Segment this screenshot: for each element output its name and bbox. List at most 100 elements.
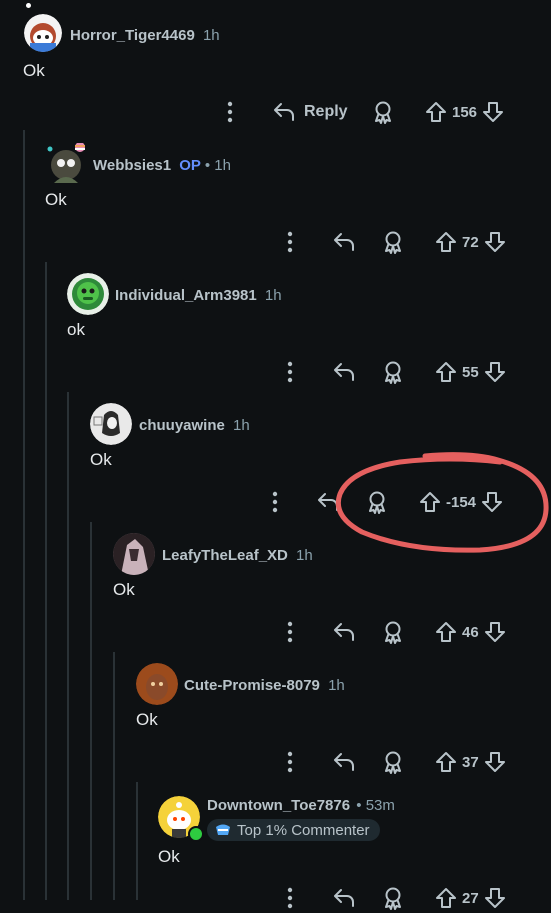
reply-arrow-icon [318,493,338,511]
avatar[interactable] [46,143,86,183]
downvote-arrow-icon[interactable] [481,100,505,124]
comment-username[interactable]: Individual_Arm3981 1h [115,287,282,304]
award-button[interactable] [372,97,394,127]
reply-arrow-icon [334,233,354,251]
comment-actions: 27 [0,883,551,913]
comment-timestamp: 53m [365,797,395,814]
upvote-arrow-icon[interactable] [434,230,458,254]
upvote-arrow-icon[interactable] [434,886,458,910]
vote-score: 72 [462,233,479,251]
upvote-arrow-icon[interactable] [434,750,458,774]
vote-score: 46 [462,623,479,641]
comment-timestamp: 1h [328,677,345,694]
award-button[interactable] [382,357,404,387]
downvote-arrow-icon[interactable] [483,360,507,384]
vote-group: 46 [434,617,507,647]
comment-username[interactable]: Webbsies1 OP • 1h [93,157,231,174]
comment-username[interactable]: Cute-Promise-8079 1h [184,677,345,694]
reply-arrow-icon [334,753,354,771]
reply-button[interactable] [316,487,340,517]
comment-timestamp: 1h [214,157,231,174]
vertical-ellipsis-icon [227,101,233,123]
reply-button[interactable] [332,357,356,387]
award-icon [369,491,385,514]
comment-body: Ok [90,450,112,469]
decoration-dot [26,3,31,8]
reply-arrow-icon [334,889,354,907]
more-options-button[interactable] [267,487,283,517]
avatar[interactable] [113,533,155,575]
comment-actions: 37 [0,747,551,777]
award-button[interactable] [382,227,404,257]
comment-body: ok [67,320,85,339]
comment-actions: 46 [0,617,551,647]
vote-group: -154 [418,487,504,517]
vertical-ellipsis-icon [287,621,293,643]
reply-button[interactable]: Reply [272,97,348,127]
more-options-button[interactable] [282,883,298,913]
comment-timestamp: 1h [202,27,220,44]
comment-timestamp: 1h [233,417,250,434]
upvote-arrow-icon[interactable] [434,360,458,384]
vertical-ellipsis-icon [272,491,278,513]
reply-button[interactable] [332,883,356,913]
reply-button[interactable] [332,227,356,257]
reply-arrow-icon [334,363,354,381]
more-options-button[interactable] [282,747,298,777]
comment-actions: 55 [0,357,551,387]
downvote-arrow-icon[interactable] [483,750,507,774]
comment-username[interactable]: chuuyawine 1h [139,417,250,434]
comment-actions: Reply 156 [0,97,551,127]
comment-username[interactable]: Downtown_Toe7876 • 53m [207,797,395,814]
vote-group: 156 [424,97,505,127]
award-button[interactable] [382,617,404,647]
award-icon [385,361,401,384]
upvote-arrow-icon[interactable] [418,490,442,514]
downvote-arrow-icon[interactable] [483,230,507,254]
comment-body: Ok [158,847,180,866]
more-options-button[interactable] [282,227,298,257]
vote-score: -154 [446,493,477,511]
comment-actions: 72 [0,227,551,257]
avatar[interactable] [90,403,132,445]
award-button[interactable] [366,487,388,517]
downvote-arrow-icon[interactable] [483,620,507,644]
reply-arrow-icon [334,623,354,641]
comment-body: Ok [113,580,135,599]
vote-group: 37 [434,747,507,777]
vote-score: 156 [452,103,478,121]
reply-button[interactable] [332,747,356,777]
comment-timestamp: 1h [264,287,282,304]
award-icon [385,621,401,644]
vertical-ellipsis-icon [287,751,293,773]
award-icon [385,751,401,774]
thread-line [90,522,92,900]
more-options-button[interactable] [282,357,298,387]
vote-score: 27 [462,889,479,907]
more-options-button[interactable] [222,97,238,127]
reply-button[interactable] [332,617,356,647]
upvote-arrow-icon[interactable] [424,100,448,124]
comment-timestamp: 1h [296,547,313,564]
comment-username[interactable]: LeafyTheLeaf_XD 1h [162,547,313,564]
top-commenter-icon [216,824,230,835]
user-flair: Top 1% Commenter [207,819,380,841]
downvote-arrow-icon[interactable] [483,886,507,910]
online-status-dot [188,826,204,842]
comment-actions: -154 [0,487,551,517]
downvote-arrow-icon[interactable] [480,490,504,514]
comment-username[interactable]: Horror_Tiger4469 1h [70,27,220,44]
vote-score: 55 [462,363,479,381]
vote-score: 37 [462,753,479,771]
upvote-arrow-icon[interactable] [434,620,458,644]
comment-body: Ok [136,710,158,729]
more-options-button[interactable] [282,617,298,647]
separator-dot: • [356,797,362,814]
avatar[interactable] [24,14,62,52]
avatar[interactable] [67,273,109,315]
award-button[interactable] [382,747,404,777]
award-icon [385,887,401,910]
avatar[interactable] [136,663,178,705]
vote-group: 27 [434,883,507,913]
award-button[interactable] [382,883,404,913]
